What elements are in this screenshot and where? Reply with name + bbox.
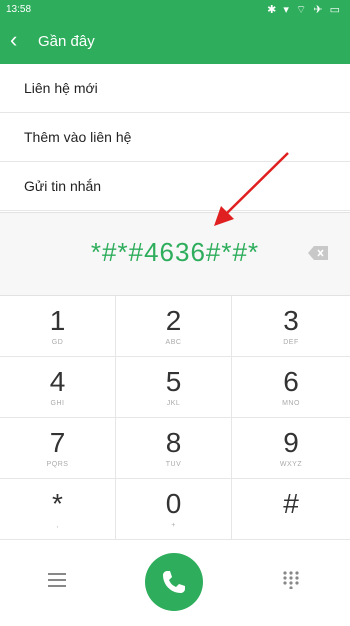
key-digit: # [283, 488, 299, 519]
key-digit: 1 [49, 305, 66, 336]
key-digit: * [52, 488, 63, 519]
keypad: 1 GD 2 ABC 3 DEF 4 GHI 5 JKL 6 MNO 7 PQR… [0, 296, 350, 540]
backspace-icon[interactable] [308, 246, 328, 260]
menu-item-new-contact[interactable]: Liên hệ mới [0, 64, 350, 113]
key-5[interactable]: 5 JKL [116, 357, 232, 418]
key-letters: GHI [50, 400, 65, 407]
menu-item-add-to-contact[interactable]: Thêm vào liên hệ [0, 113, 350, 162]
key-0[interactable]: 0 + [116, 479, 232, 540]
key-letters: DEF [283, 339, 299, 346]
dialed-number: *#*#4636#*#* [90, 237, 260, 267]
key-8[interactable]: 8 TUV [116, 418, 232, 479]
action-menu: Liên hệ mới Thêm vào liên hệ Gửi tin nhắ… [0, 64, 350, 211]
app-bar: ‹ Gần đây [0, 20, 350, 64]
key-digit: 3 [283, 305, 299, 336]
page-title: Gần đây [38, 33, 95, 50]
key-6[interactable]: 6 MNO [232, 357, 350, 418]
key-digit: 8 [165, 427, 182, 458]
chevron-left-icon[interactable]: ‹ [10, 28, 17, 52]
key-hash[interactable]: # [232, 479, 350, 540]
key-2[interactable]: 2 ABC [116, 296, 232, 357]
key-letters: TUV [165, 461, 182, 468]
key-letters: + [171, 522, 176, 529]
bottom-bar [0, 540, 350, 626]
key-letters: , [56, 522, 59, 529]
key-1[interactable]: 1 GD [0, 296, 116, 357]
key-digit: 5 [165, 366, 182, 397]
key-9[interactable]: 9 WXYZ [232, 418, 350, 479]
key-digit: 2 [165, 305, 182, 336]
key-digit: 6 [283, 366, 299, 397]
status-bar: 13:58 ✱ ▾ ⌔ ✈ ▭ [0, 0, 350, 20]
phone-icon [163, 571, 185, 593]
key-3[interactable]: 3 DEF [232, 296, 350, 357]
key-digit: 9 [283, 427, 299, 458]
key-digit: 4 [49, 366, 66, 397]
call-button[interactable] [145, 553, 203, 611]
status-icons: ✱ ▾ ⌔ ✈ ▭ [267, 4, 342, 16]
key-4[interactable]: 4 GHI [0, 357, 116, 418]
key-letters: JKL [166, 400, 181, 407]
menu-icon[interactable] [48, 573, 66, 587]
key-letters: MNO [282, 400, 300, 407]
key-star[interactable]: * , [0, 479, 116, 540]
key-letters: ABC [165, 339, 182, 346]
key-letters: WXYZ [279, 461, 303, 468]
menu-item-send-message[interactable]: Gửi tin nhắn [0, 162, 350, 211]
status-time: 13:58 [6, 4, 32, 15]
key-letters: PQRS [46, 461, 69, 468]
key-7[interactable]: 7 PQRS [0, 418, 116, 479]
dialpad-icon[interactable] [283, 571, 299, 589]
key-digit: 0 [165, 488, 182, 519]
key-digit: 7 [49, 427, 66, 458]
key-letters: GD [51, 339, 64, 346]
number-area: *#*#4636#*#* [0, 212, 350, 296]
